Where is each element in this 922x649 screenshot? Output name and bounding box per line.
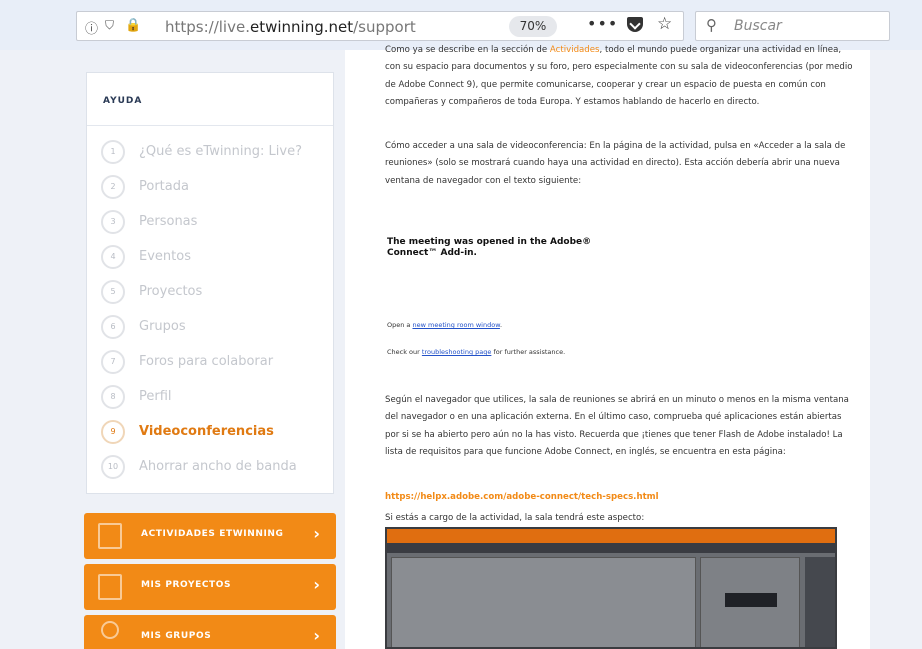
url-prefix: https://live.	[165, 18, 250, 36]
bookmark-star-icon[interactable]: ☆	[657, 14, 672, 34]
address-bar[interactable]: ⓘ ⛉ 🔒 https://live.etwinning.net/support…	[76, 11, 684, 41]
zoom-level-button[interactable]: 70%	[509, 16, 557, 37]
help-item-personas[interactable]: 3 Personas	[101, 210, 331, 236]
new-meeting-room-link[interactable]: new meeting room window	[412, 321, 499, 329]
chevron-right-icon: ›	[313, 626, 320, 645]
mis-proyectos-button[interactable]: MIS PROYECTOS ›	[84, 564, 336, 610]
step-number: 5	[101, 280, 125, 304]
help-item-grupos[interactable]: 6 Grupos	[101, 315, 331, 341]
help-item-label: Grupos	[139, 319, 186, 334]
help-item-label: Perfil	[139, 389, 172, 404]
paragraph-intro: Como ya se describe en la sección de Act…	[385, 42, 855, 112]
more-actions-icon[interactable]: •••	[587, 14, 618, 33]
adobe-message-line1: The meeting was opened in the Adobe®	[387, 237, 592, 247]
help-item-label: Ahorrar ancho de banda	[139, 459, 297, 474]
adobe-message-line2: Connect™ Add-in.	[387, 248, 477, 258]
pocket-icon[interactable]	[627, 17, 643, 32]
help-item-label: Portada	[139, 179, 189, 194]
paragraph-access: Cómo acceder a una sala de videoconferen…	[385, 141, 846, 186]
help-item-label: ¿Qué es eTwinning: Live?	[139, 144, 302, 159]
step-number: 10	[101, 455, 125, 479]
paragraph-room-look: Si estás a cargo de la actividad, la sal…	[385, 513, 645, 523]
step-number: 7	[101, 350, 125, 374]
actividades-link[interactable]: Actividades	[550, 45, 600, 55]
help-item-foros[interactable]: 7 Foros para colaborar	[101, 350, 331, 376]
adobe-message: The meeting was opened in the Adobe® Con…	[387, 237, 591, 259]
step-number: 8	[101, 385, 125, 409]
help-item-label: Foros para colaborar	[139, 354, 274, 369]
document-icon	[98, 574, 122, 600]
help-item-label: Proyectos	[139, 284, 203, 299]
adobe-connect-screenshot	[385, 527, 837, 649]
help-item-label: Videoconferencias	[139, 424, 274, 439]
screenshot-titlebar	[387, 529, 835, 543]
help-item-que-es[interactable]: 1 ¿Qué es eTwinning: Live?	[101, 140, 331, 166]
screenshot-sidebar	[805, 557, 835, 647]
search-placeholder: Buscar	[734, 18, 782, 34]
help-item-perfil[interactable]: 8 Perfil	[101, 385, 331, 411]
shield-icon[interactable]: ⛉	[105, 18, 114, 33]
url-text[interactable]: https://live.etwinning.net/support	[165, 18, 416, 36]
open-text: Open a	[387, 321, 413, 329]
step-number: 9	[101, 420, 125, 444]
troubleshooting-line: Check our troubleshooting page for furth…	[387, 348, 565, 356]
help-item-label: Eventos	[139, 249, 191, 264]
help-item-eventos[interactable]: 4 Eventos	[101, 245, 331, 271]
step-number: 1	[101, 140, 125, 164]
step-number: 3	[101, 210, 125, 234]
step-number: 4	[101, 245, 125, 269]
search-icon: ⚲	[706, 16, 717, 34]
warning-lock-icon[interactable]: 🔒	[125, 18, 141, 33]
step-number: 6	[101, 315, 125, 339]
paragraph-browser: Según el navegador que utilices, la sala…	[385, 395, 849, 458]
intro-text: Como ya se describe en la sección de	[385, 45, 550, 55]
help-item-ancho-banda[interactable]: 10 Ahorrar ancho de banda	[101, 455, 331, 481]
step-number: 2	[101, 175, 125, 199]
chevron-right-icon: ›	[313, 575, 320, 594]
check-text: Check our	[387, 348, 422, 356]
help-item-portada[interactable]: 2 Portada	[101, 175, 331, 201]
url-path: /support	[353, 18, 416, 36]
screenshot-menubar	[387, 543, 835, 553]
help-item-videoconferencias[interactable]: 9 Videoconferencias	[101, 420, 331, 446]
help-item-proyectos[interactable]: 5 Proyectos	[101, 280, 331, 306]
page: AYUDA 1 ¿Qué es eTwinning: Live? 2 Porta…	[0, 45, 922, 649]
button-label: MIS PROYECTOS	[141, 580, 232, 590]
chevron-right-icon: ›	[313, 524, 320, 543]
mis-grupos-button[interactable]: MIS GRUPOS ›	[84, 615, 336, 649]
search-bar[interactable]: ⚲ Buscar	[695, 11, 890, 41]
info-icon[interactable]: ⓘ	[85, 18, 98, 37]
help-menu-title: AYUDA	[103, 96, 143, 106]
troubleshooting-link[interactable]: troubleshooting page	[422, 348, 491, 356]
check-text-end: for further assistance.	[491, 348, 566, 356]
screenshot-main-pod	[391, 557, 696, 647]
open-text-end: .	[499, 321, 503, 329]
divider	[87, 125, 333, 126]
calendar-icon	[98, 523, 122, 549]
help-item-label: Personas	[139, 214, 198, 229]
open-window-line: Open a new meeting room window.	[387, 321, 502, 329]
button-label: MIS GRUPOS	[141, 631, 212, 641]
screenshot-button	[725, 593, 777, 607]
actividades-etwinning-button[interactable]: ACTIVIDADES ETWINNING ›	[84, 513, 336, 559]
button-label: ACTIVIDADES ETWINNING	[141, 529, 284, 539]
url-domain: etwinning.net	[249, 18, 354, 36]
group-icon	[101, 621, 119, 639]
article-content: Como ya se describe en la sección de Act…	[345, 45, 870, 649]
help-menu: AYUDA 1 ¿Qué es eTwinning: Live? 2 Porta…	[86, 72, 334, 494]
tech-specs-link[interactable]: https://helpx.adobe.com/adobe-connect/te…	[385, 492, 659, 502]
